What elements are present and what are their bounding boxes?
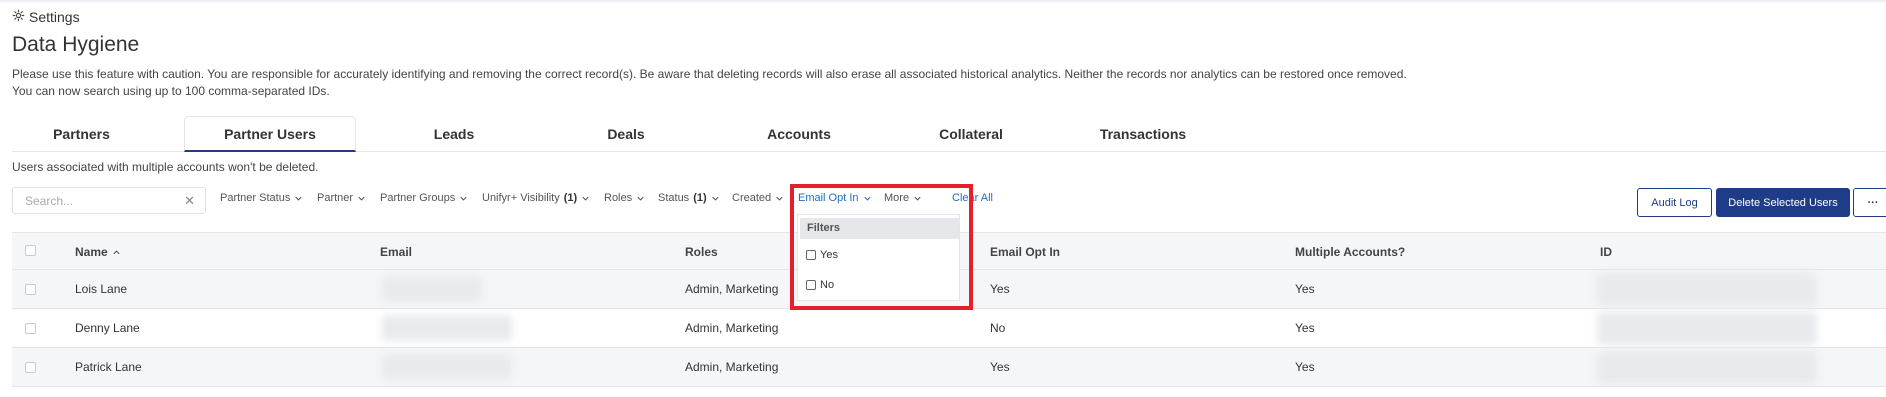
filter-label: Email Opt In — [798, 192, 859, 204]
column-header-name[interactable]: Name — [75, 245, 121, 259]
clear-search-icon[interactable]: ✕ — [184, 193, 195, 209]
multiple-accounts-note: Users associated with multiple accounts … — [12, 160, 319, 174]
column-label: Name — [75, 245, 108, 259]
search-box: ✕ — [12, 187, 206, 214]
more-actions-button[interactable]: ··· — [1853, 188, 1886, 217]
search-input[interactable] — [13, 188, 173, 213]
cell-roles: Admin, Marketing — [685, 360, 779, 374]
cell-name: Lois Lane — [75, 282, 128, 296]
settings-breadcrumb[interactable]: Settings — [12, 9, 80, 25]
filter-label: Partner Groups — [380, 192, 456, 204]
chevron-down-icon — [582, 196, 589, 201]
redacted-id — [1597, 312, 1817, 345]
gear-icon — [12, 9, 25, 25]
chevron-down-icon — [863, 196, 871, 201]
row-checkbox[interactable] — [25, 284, 36, 295]
cell-email-opt-in: No — [990, 321, 1006, 335]
option-no[interactable]: No — [806, 279, 834, 291]
search-hint-text: You can now search using up to 100 comma… — [12, 84, 330, 98]
warning-text: Please use this feature with caution. Yo… — [12, 67, 1407, 81]
table-row[interactable]: Denny Lane Admin, Marketing No Yes — [12, 309, 1886, 348]
cell-email-opt-in: Yes — [990, 282, 1010, 296]
chevron-down-icon — [460, 196, 467, 201]
top-border — [0, 0, 1886, 2]
column-header-roles: Roles — [685, 245, 718, 259]
filter-partner-status[interactable]: Partner Status — [220, 192, 303, 204]
chevron-down-icon — [712, 196, 719, 201]
filter-status[interactable]: Status (1) — [658, 192, 720, 204]
tab-leads[interactable]: Leads — [384, 116, 524, 152]
cell-name: Denny Lane — [75, 321, 140, 335]
filter-partner-groups[interactable]: Partner Groups — [380, 192, 468, 204]
filter-more[interactable]: More — [884, 192, 922, 204]
page-title: Data Hygiene — [12, 33, 140, 56]
filter-roles[interactable]: Roles — [604, 192, 645, 204]
table-row[interactable]: Patrick Lane Admin, Marketing Yes Yes — [12, 348, 1886, 387]
tab-accounts[interactable]: Accounts — [726, 116, 872, 152]
chevron-down-icon — [637, 196, 644, 201]
chevron-down-icon — [358, 196, 365, 201]
filter-label: Unifyr+ Visibility — [482, 192, 560, 204]
tab-bar: Partners Partner Users Leads Deals Accou… — [12, 116, 1886, 152]
cell-multiple-accounts: Yes — [1295, 321, 1315, 335]
audit-log-button[interactable]: Audit Log — [1637, 188, 1712, 217]
column-header-email: Email — [380, 245, 413, 259]
chevron-down-icon — [295, 196, 302, 201]
filter-email-opt-in[interactable]: Email Opt In — [798, 192, 872, 204]
column-header-multiple-accounts: Multiple Accounts? — [1295, 245, 1406, 259]
chevron-down-icon — [776, 196, 783, 201]
filter-label: More — [884, 192, 910, 204]
filter-created[interactable]: Created — [732, 192, 784, 204]
filter-label: Created — [732, 192, 772, 204]
cell-name: Patrick Lane — [75, 360, 142, 374]
row-checkbox[interactable] — [25, 323, 36, 334]
filter-label: Partner — [317, 192, 354, 204]
option-label: No — [820, 279, 835, 291]
tab-partner-users[interactable]: Partner Users — [184, 116, 356, 152]
chevron-down-icon — [914, 196, 921, 201]
filter-label: Partner Status — [220, 192, 291, 204]
column-header-id: ID — [1600, 245, 1612, 259]
page-description: Please use this feature with caution. Yo… — [12, 66, 1407, 100]
tab-collateral[interactable]: Collateral — [898, 116, 1044, 152]
filter-count: (1) — [563, 192, 578, 204]
cell-multiple-accounts: Yes — [1295, 360, 1315, 374]
redacted-id — [1597, 351, 1817, 384]
sort-ascending-icon — [113, 249, 120, 254]
filter-label: Roles — [604, 192, 633, 204]
option-no-checkbox[interactable] — [806, 280, 816, 290]
cell-email-opt-in: Yes — [990, 360, 1010, 374]
tab-partners[interactable]: Partners — [12, 116, 151, 152]
filter-label: Status — [658, 192, 690, 204]
redacted-id — [1597, 273, 1817, 306]
tab-deals[interactable]: Deals — [556, 116, 696, 152]
filter-count: (1) — [693, 192, 707, 204]
email-opt-in-dropdown: Filters Yes No — [797, 214, 960, 301]
dropdown-header: Filters — [800, 218, 959, 239]
tab-transactions[interactable]: Transactions — [1070, 116, 1216, 152]
option-yes[interactable]: Yes — [806, 249, 838, 261]
column-header-email-opt-in: Email Opt In — [990, 245, 1061, 259]
settings-label: Settings — [29, 9, 80, 25]
clear-all-link[interactable]: Clear All — [952, 192, 993, 204]
redacted-email — [382, 354, 512, 380]
redacted-email — [382, 276, 482, 302]
option-label: Yes — [820, 249, 838, 261]
option-yes-checkbox[interactable] — [806, 250, 816, 260]
cell-roles: Admin, Marketing — [685, 282, 779, 296]
cell-roles: Admin, Marketing — [685, 321, 779, 335]
filter-partner[interactable]: Partner — [317, 192, 366, 204]
filter-unifyr-visibility[interactable]: Unifyr+ Visibility (1) — [482, 192, 590, 204]
row-checkbox[interactable] — [25, 362, 36, 373]
delete-selected-users-button[interactable]: Delete Selected Users — [1716, 188, 1850, 217]
redacted-email — [382, 315, 512, 341]
cell-multiple-accounts: Yes — [1295, 282, 1315, 296]
select-all-checkbox[interactable] — [25, 245, 36, 256]
